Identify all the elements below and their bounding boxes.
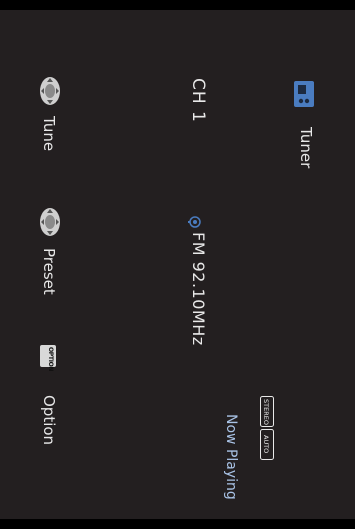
antenna-icon [188, 216, 201, 228]
signal-badges: STEREO AUTO [260, 396, 274, 460]
channel-label: CH 1 [188, 78, 208, 123]
option-label: Option [40, 395, 58, 446]
auto-badge: AUTO [262, 435, 270, 453]
tuner-screen: Tuner CH 1 FM 92.10MHz STEREO AUTO Now P… [0, 10, 355, 519]
now-playing-status: Now Playing [223, 414, 239, 500]
tune-label: Tune [40, 116, 58, 152]
radio-icon [294, 81, 314, 107]
frequency-label: FM 92.10MHz [189, 232, 208, 346]
preset-dpad-icon[interactable] [39, 207, 61, 237]
option-key-icon[interactable]: OPTION [40, 345, 56, 371]
preset-label: Preset [40, 248, 58, 295]
page-title: Tuner [297, 127, 315, 169]
tune-dpad-icon[interactable] [39, 76, 61, 106]
stereo-badge: STEREO [262, 399, 270, 425]
